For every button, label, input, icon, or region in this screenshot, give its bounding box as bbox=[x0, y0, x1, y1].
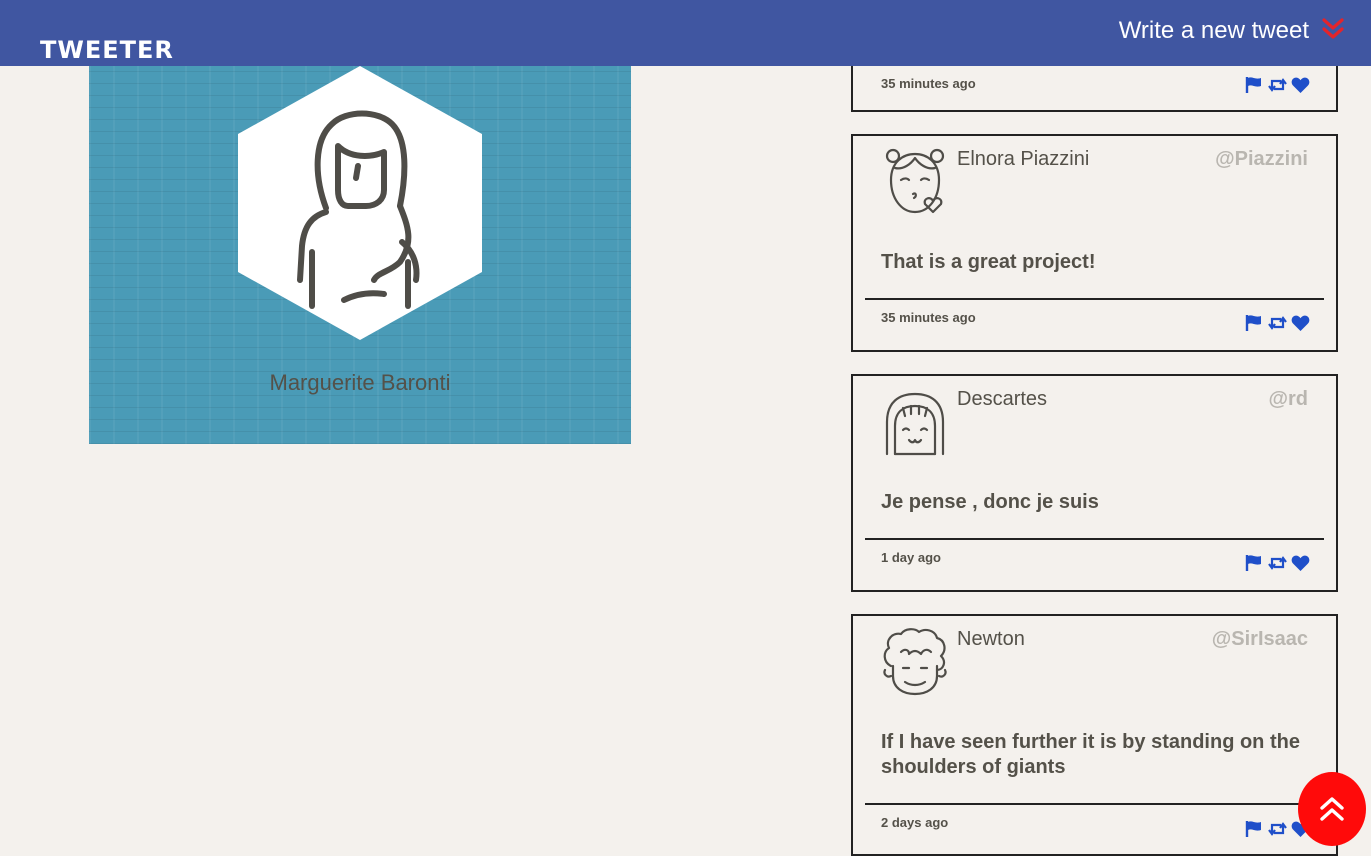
retweet-icon[interactable] bbox=[1268, 554, 1287, 572]
tweet-author-name: Newton bbox=[957, 628, 1025, 650]
tweet-author-name: Descartes bbox=[957, 388, 1048, 410]
flag-icon[interactable] bbox=[1245, 820, 1264, 838]
retweet-icon[interactable] bbox=[1268, 820, 1287, 838]
retweet-icon[interactable] bbox=[1268, 76, 1287, 94]
tweet-divider bbox=[865, 538, 1324, 540]
tweet-time: 1 day ago bbox=[881, 550, 941, 565]
tweet-actions bbox=[1245, 314, 1310, 332]
flag-icon[interactable] bbox=[1245, 554, 1264, 572]
brand-logo[interactable]: Tweeter bbox=[40, 36, 174, 64]
tweet-time: 35 minutes ago bbox=[881, 76, 976, 91]
tweet-author-handle[interactable]: @rd bbox=[1268, 388, 1308, 411]
profile-name: Marguerite Baronti bbox=[269, 370, 451, 395]
tweet-time: 2 days ago bbox=[881, 815, 949, 830]
heart-icon[interactable] bbox=[1291, 554, 1310, 572]
retweet-icon[interactable] bbox=[1268, 314, 1287, 332]
user-avatar bbox=[885, 392, 945, 456]
tweet-card: Newton @SirIsaac If I have seen further … bbox=[851, 614, 1338, 856]
flag-icon[interactable] bbox=[1245, 314, 1264, 332]
tweet-author-name: Elnora Piazzini bbox=[957, 148, 1090, 170]
tweet-author-handle[interactable]: @Piazzini bbox=[1215, 148, 1308, 171]
tweet-text: That is a great project! bbox=[881, 251, 1096, 273]
profile-banner: Marguerite Baronti bbox=[89, 40, 631, 444]
write-tweet-button[interactable]: Write a new tweet bbox=[1119, 14, 1347, 48]
top-nav: Tweeter Write a new tweet bbox=[0, 0, 1371, 66]
tweet-author-handle[interactable]: @SirIsaac bbox=[1212, 628, 1308, 651]
heart-icon[interactable] bbox=[1291, 76, 1310, 94]
scroll-to-top-button[interactable] bbox=[1298, 772, 1366, 846]
user-avatar bbox=[883, 628, 947, 696]
write-tweet-label: Write a new tweet bbox=[1118, 17, 1309, 44]
heart-icon[interactable] bbox=[1291, 314, 1310, 332]
tweet-text: If I have seen further it is by standing… bbox=[881, 731, 1300, 778]
tweet-actions bbox=[1245, 76, 1310, 94]
profile-avatar bbox=[238, 66, 482, 340]
double-chevron-down-icon[interactable] bbox=[1319, 15, 1347, 48]
user-avatar bbox=[885, 148, 945, 214]
flag-icon[interactable] bbox=[1245, 76, 1264, 94]
tweet-card: Elnora Piazzini @Piazzini That is a grea… bbox=[851, 134, 1338, 352]
tweet-card: Descartes @rd Je pense , donc je suis 1 … bbox=[851, 374, 1338, 592]
double-chevron-up-icon bbox=[1320, 797, 1344, 821]
tweet-divider bbox=[865, 298, 1324, 300]
tweet-divider bbox=[865, 803, 1324, 805]
tweet-text: Je pense , donc je suis bbox=[881, 491, 1099, 513]
tweet-time: 35 minutes ago bbox=[881, 310, 976, 325]
tweet-actions bbox=[1245, 554, 1310, 572]
